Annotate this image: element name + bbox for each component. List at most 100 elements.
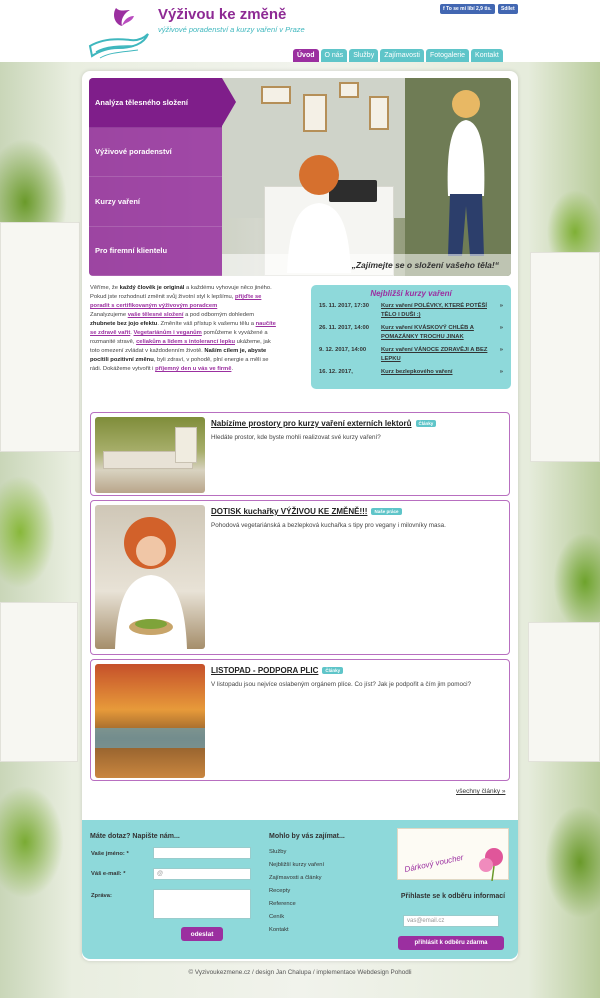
article-thumbnail-autumn[interactable]: [95, 664, 205, 778]
article-card[interactable]: DOTISK kuchařky VÝŽIVOU KE ZMĚNĚ!!! Naše …: [90, 500, 510, 655]
course-arrow-icon[interactable]: »: [493, 346, 503, 364]
wall-certificate-image: [369, 96, 389, 130]
main-nav: Úvod O nás Služby Zajímavosti Fotogaleri…: [293, 49, 503, 62]
copyright-text: © Vyzivoukezmene.cz / design Jan Chalupa…: [188, 969, 412, 976]
course-date: 16. 12. 2017,: [319, 369, 353, 375]
article-title[interactable]: LISTOPAD - PODPORA PLIC Články: [211, 666, 344, 675]
site-subtitle: výživové poradenství a kurzy vaření v Pr…: [158, 25, 305, 34]
hero-slider: Analýza tělesného složení Výživové porad…: [89, 78, 511, 276]
footer-link-recepty[interactable]: Recepty: [269, 888, 290, 894]
email-field[interactable]: @: [153, 868, 251, 880]
article-thumbnail-cookbook[interactable]: [95, 505, 205, 649]
intro-bold: zhubnete bez jojo efektu: [90, 321, 158, 327]
background-flowerpot: [528, 622, 600, 762]
site-header: Výživou ke změně výživové poradenství a …: [0, 0, 600, 62]
links-heading: Mohlo by vás zajímat...: [269, 833, 345, 840]
article-category-badge[interactable]: Články: [415, 420, 437, 428]
subscribe-button[interactable]: přihlásit k odběru zdarma: [398, 936, 504, 950]
course-row[interactable]: 9. 12. 2017, 14:00 Kurz vaření VÁNOCE ZD…: [311, 346, 511, 364]
contact-form-heading: Máte dotaz? Napište nám...: [90, 833, 180, 840]
background-flowerpot: [0, 222, 80, 452]
vegetarians-link[interactable]: Vegetariánům i veganům: [134, 330, 202, 336]
thumb-lake: [95, 728, 205, 748]
hero-menu-item-analyza[interactable]: Analýza tělesného složení: [89, 78, 222, 128]
nav-item-o-nas[interactable]: O nás: [320, 49, 348, 62]
nav-item-sluzby[interactable]: Služby: [349, 49, 379, 62]
course-date: 15. 11. 2017, 17:30: [319, 303, 369, 309]
intro-text-part: Zanalyzujeme: [90, 312, 128, 318]
courses-heading: Nejbližší kurzy vaření: [370, 289, 452, 298]
site-title[interactable]: Výživou ke změně: [158, 6, 286, 23]
name-label: Vaše jméno: *: [91, 851, 129, 857]
footer-link-sluzby[interactable]: Služby: [269, 849, 286, 855]
footer-link-reference[interactable]: Reference: [269, 901, 296, 907]
footer-link-kurzy[interactable]: Nejbližší kurzy vaření: [269, 862, 324, 868]
facebook-like-button[interactable]: f To se mi líbí 2,9 tis.: [440, 4, 495, 14]
intro-text-part: .: [231, 366, 234, 372]
article-thumbnail-kitchen[interactable]: [95, 417, 205, 493]
course-arrow-icon[interactable]: »: [493, 368, 503, 377]
course-link[interactable]: Kurz vaření VÁNOCE ZDRAVĚJI A BEZ LEPKU: [381, 346, 493, 364]
hero-menu: Analýza tělesného složení Výživové porad…: [89, 78, 222, 276]
course-arrow-icon[interactable]: »: [493, 302, 503, 320]
intro-text-part: a pod odborným dohledem: [183, 312, 255, 318]
message-textarea[interactable]: [153, 889, 251, 919]
course-row[interactable]: 15. 11. 2017, 17:30 Kurz vaření POLÉVKY,…: [311, 302, 511, 320]
send-button[interactable]: odeslat: [181, 927, 223, 941]
article-description: Pohodová vegetariánská a bezlepková kuch…: [211, 522, 446, 529]
name-field[interactable]: [153, 847, 251, 859]
course-row[interactable]: 26. 11. 2017, 14:00 Kurz vaření KVÁSKOVÝ…: [311, 324, 511, 342]
article-title-text[interactable]: LISTOPAD - PODPORA PLIC: [211, 666, 318, 675]
article-card[interactable]: LISTOPAD - PODPORA PLIC Články V listopad…: [90, 659, 510, 781]
email-label: Váš e-mail: *: [91, 871, 126, 877]
hero-caption: „Zajímejte se o složení vašeho těla!“: [222, 254, 511, 276]
course-date: 9. 12. 2017, 14:00: [319, 347, 367, 353]
hero-menu-item-firmy[interactable]: Pro firemní klientelu: [89, 226, 222, 276]
thumb-cabinet: [175, 427, 197, 463]
thumb-chef-figure: [115, 517, 187, 649]
gift-voucher-image[interactable]: Dárkový voucher: [397, 828, 509, 881]
course-arrow-icon[interactable]: »: [493, 324, 503, 342]
hero-menu-item-poradenstvi[interactable]: Výživové poradenství: [89, 127, 222, 177]
article-category-badge[interactable]: Naše práce: [371, 508, 402, 516]
article-title-text[interactable]: DOTISK kuchařky VÝŽIVOU KE ZMĚNĚ!!!: [211, 507, 367, 516]
article-description: V listopadu jsou nejvíce oslabeným orgán…: [211, 681, 472, 688]
course-link[interactable]: Kurz bezlepkového vaření: [381, 368, 493, 377]
body-composition-link[interactable]: vaše tělesné složení: [128, 312, 184, 318]
intro-text: Věříme, že každý člověk je originál a ka…: [90, 284, 280, 374]
article-card[interactable]: Nabízíme prostory pro kurzy vaření exter…: [90, 412, 510, 496]
article-description: Hledáte prostor, kde byste mohli realizo…: [211, 434, 381, 441]
intro-text-part: Věříme, že: [90, 285, 120, 291]
newsletter-heading: Přihlaste se k odběru informací: [400, 893, 506, 900]
nav-item-kontakt[interactable]: Kontakt: [471, 49, 503, 62]
newsletter-email-input[interactable]: vas@email.cz: [403, 915, 499, 927]
nav-item-zajimavosti[interactable]: Zajímavosti: [380, 49, 424, 62]
background-flowerpot: [530, 252, 600, 462]
all-articles-link[interactable]: všechny články »: [456, 788, 506, 795]
nav-item-fotogalerie[interactable]: Fotogalerie: [426, 49, 470, 62]
celiac-link[interactable]: celiakům a lidem s intolerancí lepku: [136, 339, 235, 345]
article-category-badge[interactable]: Články: [322, 667, 344, 675]
article-title[interactable]: Nabízíme prostory pro kurzy vaření exter…: [211, 419, 437, 428]
facebook-like-label: To se mi líbí 2,9 tis.: [446, 6, 492, 12]
company-day-link[interactable]: příjemný den u vás ve firmě: [155, 366, 231, 372]
intro-text-part: a každému vyhovuje něco jiného.: [184, 285, 272, 291]
footer-link-zajimavosti[interactable]: Zajímavosti a články: [269, 875, 322, 881]
intro-bold: každý člověk je originál: [119, 285, 185, 291]
intro-text-part: Pokud jste rozhodnutí změnit svůj životn…: [90, 294, 235, 300]
wall-certificate-image: [339, 82, 359, 98]
article-title-text[interactable]: Nabízíme prostory pro kurzy vaření exter…: [211, 419, 412, 428]
wall-certificate-image: [261, 86, 291, 104]
hero-menu-item-kurzy[interactable]: Kurzy vaření: [89, 177, 222, 227]
course-link[interactable]: Kurz vaření KVÁSKOVÝ CHLÉB A POMAZÁNKY T…: [381, 324, 493, 342]
course-link[interactable]: Kurz vaření POLÉVKY, KTERÉ POTĚŠÍ TĚLO I…: [381, 302, 493, 320]
facebook-share-button[interactable]: Sdílet: [498, 4, 518, 14]
footer-link-kontakt[interactable]: Kontakt: [269, 927, 289, 933]
course-date: 26. 11. 2017, 14:00: [319, 325, 369, 331]
butterfly-hand-logo-icon[interactable]: [86, 4, 152, 60]
wall-certificate-image: [303, 94, 327, 132]
nav-item-uvod[interactable]: Úvod: [293, 49, 319, 62]
article-title[interactable]: DOTISK kuchařky VÝŽIVOU KE ZMĚNĚ!!! Naše …: [211, 507, 402, 516]
course-row[interactable]: 16. 12. 2017, Kurz bezlepkového vaření »: [311, 368, 511, 377]
footer-link-cenik[interactable]: Ceník: [269, 914, 284, 920]
